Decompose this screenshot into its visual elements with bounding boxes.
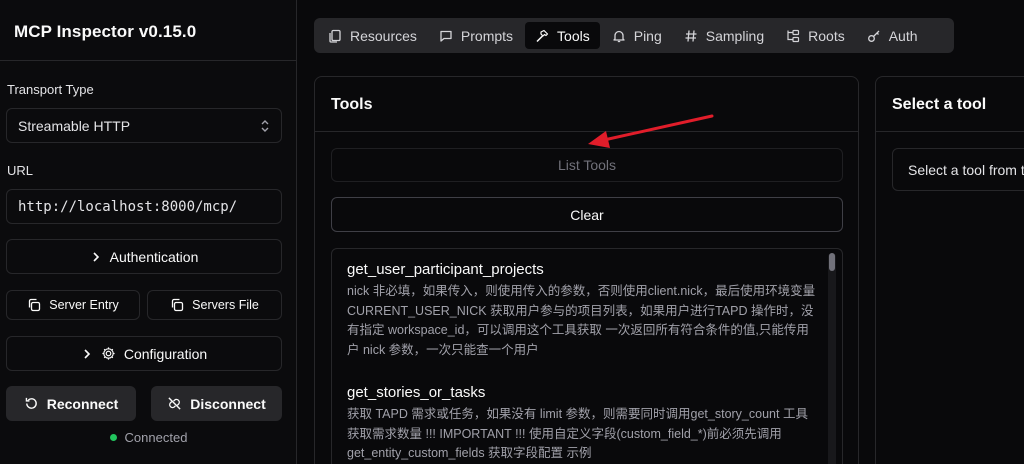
card-divider [315, 131, 858, 132]
servers-file-label: Servers File [192, 298, 259, 312]
servers-file-button[interactable]: Servers File [147, 290, 282, 320]
list-tools-button[interactable]: List Tools [331, 148, 843, 182]
tab-label: Sampling [705, 27, 765, 44]
status-dot [109, 434, 117, 441]
connection-status: Connected [0, 430, 297, 445]
scrollbar[interactable] [828, 253, 836, 464]
configuration-label: Configuration [123, 345, 208, 362]
tab-resources[interactable]: Resources [318, 22, 427, 49]
tab-prompts[interactable]: Prompts [429, 22, 523, 49]
folder-tree-icon [786, 29, 800, 43]
tab-label: Tools [557, 27, 590, 44]
select-tool-placeholder: Select a tool from the list to view its … [892, 148, 1024, 191]
disconnect-button[interactable]: Disconnect [151, 386, 282, 421]
authentication-button[interactable]: Authentication [6, 239, 282, 274]
chevron-right-icon [90, 251, 102, 263]
tool-description: 获取 TAPD 需求或任务，如果没有 limit 参数，则需要同时调用get_s… [347, 407, 808, 460]
tab-tools[interactable]: Tools [525, 22, 600, 49]
tool-name: get_stories_or_tasks [347, 384, 486, 401]
tab-bar: Resources Prompts Tools Ping Sampling Ro… [314, 18, 954, 53]
chevron-up-down-icon [260, 119, 270, 133]
message-icon [439, 29, 453, 43]
authentication-label: Authentication [109, 248, 199, 265]
tab-label: Resources [350, 27, 417, 44]
files-icon [328, 29, 342, 43]
scrollbar-thumb[interactable] [829, 253, 835, 271]
app-title: MCP Inspector v0.15.0 [14, 22, 197, 41]
reconnect-label: Reconnect [46, 395, 119, 412]
sidebar-divider [0, 60, 297, 61]
hash-icon [684, 29, 698, 43]
tab-roots[interactable]: Roots [776, 22, 855, 49]
tab-sampling[interactable]: Sampling [674, 22, 774, 49]
tool-list: get_user_participant_projects nick 非必填，如… [331, 248, 843, 464]
tools-card: Tools List Tools Clear get_user_particip… [314, 76, 859, 464]
disconnect-label: Disconnect [190, 395, 266, 412]
copy-icon [27, 298, 41, 312]
server-entry-button[interactable]: Server Entry [6, 290, 140, 320]
key-icon [867, 29, 881, 43]
url-label: URL [7, 163, 34, 178]
transport-type-select[interactable]: Streamable HTTP [6, 108, 282, 143]
reconnect-button[interactable]: Reconnect [6, 386, 136, 421]
tab-ping[interactable]: Ping [602, 22, 672, 49]
tab-label: Prompts [460, 27, 514, 44]
server-entry-label: Server Entry [49, 298, 119, 312]
unplug-icon [167, 396, 182, 411]
sidebar: MCP Inspector v0.15.0 Transport Type Str… [0, 0, 297, 464]
hammer-icon [535, 29, 549, 43]
tool-item[interactable]: get_user_participant_projects nick 非必填，如… [347, 261, 817, 360]
url-input[interactable]: http://localhost:8000/mcp/ [6, 189, 282, 224]
rotate-ccw-icon [24, 396, 39, 411]
tool-item[interactable]: get_stories_or_tasks 获取 TAPD 需求或任务，如果没有 … [347, 384, 817, 464]
copy-icon [170, 298, 184, 312]
transport-type-value: Streamable HTTP [18, 117, 131, 134]
url-value: http://localhost:8000/mcp/ [18, 198, 238, 215]
configuration-button[interactable]: Configuration [6, 336, 282, 371]
tab-auth[interactable]: Auth [857, 22, 928, 49]
tab-label: Ping [633, 27, 662, 44]
tab-label: Roots [808, 27, 845, 44]
tool-name: get_user_participant_projects [347, 261, 544, 278]
card-divider [876, 131, 1024, 132]
tool-description: nick 非必填，如果传入，则使用传入的参数，否则使用client.nick，最… [347, 284, 816, 357]
bell-icon [612, 29, 626, 43]
tab-label: Auth [888, 27, 918, 44]
tools-title: Tools [331, 96, 373, 113]
chevron-right-icon [81, 348, 93, 360]
tool-detail-card: Select a tool Select a tool from the lis… [875, 76, 1024, 464]
clear-button[interactable]: Clear [331, 197, 843, 232]
status-text: Connected [124, 430, 188, 445]
gear-icon [101, 346, 116, 361]
select-tool-title: Select a tool [892, 96, 987, 113]
transport-type-label: Transport Type [7, 82, 94, 97]
